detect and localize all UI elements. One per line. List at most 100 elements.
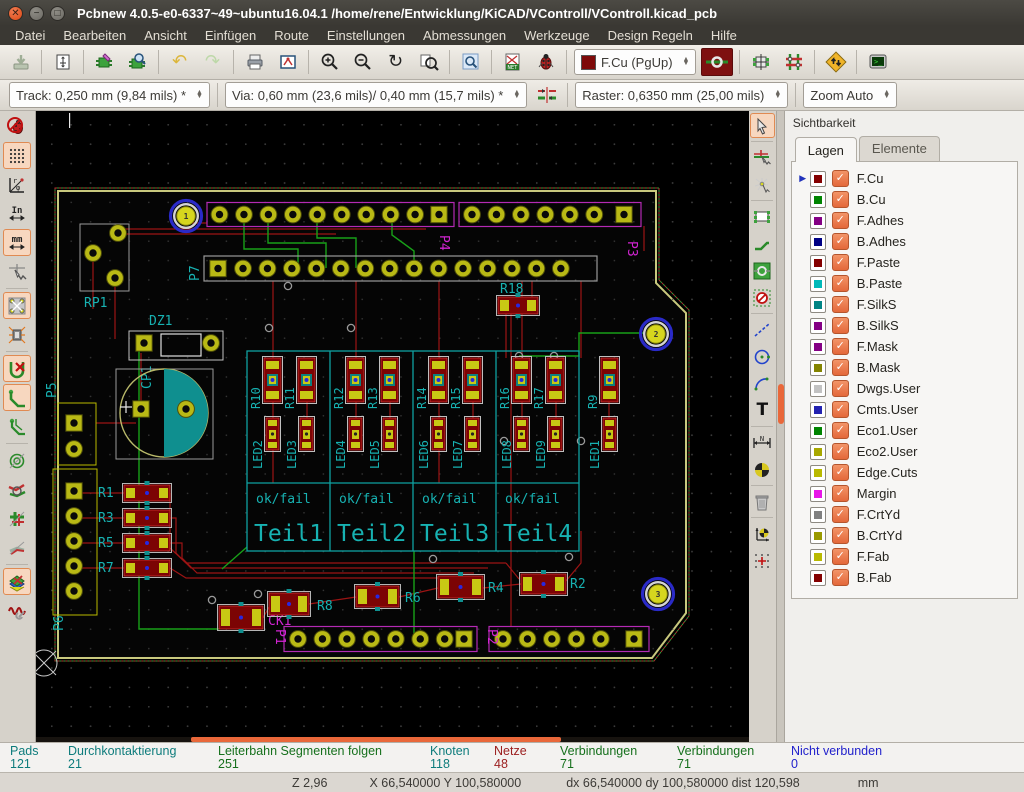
layer-color-swatch[interactable] [810,528,826,544]
layer-visibility-checkbox[interactable]: ✓ [832,296,849,313]
layer-visibility-checkbox[interactable]: ✓ [832,359,849,376]
add-module-tool[interactable] [750,204,775,229]
layer-color-swatch[interactable] [810,297,826,313]
layer-color-swatch[interactable] [810,171,826,187]
layer-visibility-checkbox[interactable]: ✓ [832,422,849,439]
page-settings-button[interactable] [47,48,78,76]
menu-datei[interactable]: Datei [6,27,54,44]
layer-color-swatch[interactable] [810,213,826,229]
vertical-scrollbar[interactable] [776,111,784,742]
tab-elemente[interactable]: Elemente [859,136,940,161]
layer-visibility-checkbox[interactable]: ✓ [832,464,849,481]
find-button[interactable] [455,48,486,76]
via-size-selector[interactable]: Via: 0,60 mm (23,6 mils)/ 0,40 mm (15,7 … [225,82,527,108]
mounting-hole[interactable]: 2 [640,319,671,350]
contrast-display-button[interactable] [3,534,31,561]
layer-color-swatch[interactable] [810,486,826,502]
layer-visibility-checkbox[interactable]: ✓ [832,506,849,523]
layer-color-swatch[interactable] [810,465,826,481]
layer-visibility-checkbox[interactable]: ✓ [832,317,849,334]
layer-visibility-checkbox[interactable]: ✓ [832,569,849,586]
layer-color-swatch[interactable] [810,381,826,397]
add-target-tool[interactable] [750,457,775,482]
layer-visibility-checkbox[interactable]: ✓ [832,380,849,397]
layer-row-b.crtyd[interactable]: ✓B.CrtYd [796,525,1013,546]
layer-visibility-checkbox[interactable]: ✓ [832,548,849,565]
delete-tool[interactable] [750,489,775,514]
ratsnest-show-button[interactable] [3,292,31,319]
close-button[interactable]: ✕ [8,6,23,21]
layer-row-edge.cuts[interactable]: ✓Edge.Cuts [796,462,1013,483]
layer-visibility-checkbox[interactable]: ✓ [832,233,849,250]
add-text-tool[interactable]: T [750,398,775,423]
zoom-out-button[interactable] [347,48,378,76]
minimize-button[interactable]: − [29,6,44,21]
local-ratsnest-tool[interactable] [750,172,775,197]
redo-button[interactable]: ↷ [197,48,228,76]
layer-visibility-checkbox[interactable]: ✓ [832,254,849,271]
tab-lagen[interactable]: Lagen [795,137,857,162]
menu-einfügen[interactable]: Einfügen [196,27,265,44]
menu-bearbeiten[interactable]: Bearbeiten [54,27,135,44]
redraw-button[interactable]: ↻ [380,48,411,76]
layer-color-swatch[interactable] [810,234,826,250]
layer-color-swatch[interactable] [810,402,826,418]
maximize-button[interactable]: □ [50,6,65,21]
zoom-fit-button[interactable] [413,48,444,76]
netlist-button[interactable]: NET [497,48,528,76]
layer-row-f.fab[interactable]: ✓F.Fab [796,546,1013,567]
polar-coords-button[interactable]: rφ [3,171,31,198]
menu-ansicht[interactable]: Ansicht [135,27,196,44]
layer-visibility-checkbox[interactable]: ✓ [832,401,849,418]
horizontal-scrollbar[interactable] [36,737,749,742]
layer-visibility-checkbox[interactable]: ✓ [832,275,849,292]
select-tool[interactable] [750,113,775,138]
layer-row-dwgs.user[interactable]: ✓Dwgs.User [796,378,1013,399]
layer-visibility-checkbox[interactable]: ✓ [832,527,849,544]
plot-button[interactable] [272,48,303,76]
save-button[interactable] [5,48,36,76]
layer-row-f.silks[interactable]: ✓F.SilkS [796,294,1013,315]
grid-visibility-button[interactable] [3,142,31,169]
mounting-hole[interactable]: 3 [642,579,673,610]
layer-color-swatch[interactable] [810,255,826,271]
track-45deg-button[interactable] [3,384,31,411]
units-mm-button[interactable]: mm [3,229,31,256]
vertical-scrollbar-thumb[interactable] [778,384,784,424]
layer-row-cmts.user[interactable]: ✓Cmts.User [796,399,1013,420]
layer-row-f.paste[interactable]: ✓F.Paste [796,252,1013,273]
module-ratsnest-button[interactable] [3,321,31,348]
layer-visibility-checkbox[interactable]: ✓ [832,170,849,187]
layer-row-b.silks[interactable]: ✓B.SilkS [796,315,1013,336]
layer-color-swatch[interactable] [810,339,826,355]
via-swap-button[interactable] [701,48,733,76]
undo-button[interactable]: ↶ [164,48,195,76]
grid-selector[interactable]: Raster: 0,6350 mm (25,00 mils) ▲▼ [575,82,788,108]
menu-werkzeuge[interactable]: Werkzeuge [515,27,599,44]
add-via-tool[interactable] [750,258,775,283]
track-width-selector[interactable]: Track: 0,250 mm (9,84 mils) * ▲▼ [9,82,210,108]
mounting-hole[interactable]: 1 [170,201,201,232]
layer-visibility-checkbox[interactable]: ✓ [832,212,849,229]
pcb-canvas[interactable]: 123RP1DZ1CP1P5P6P7P4P3P1P2R1R3R5R7R18CK1… [36,111,749,737]
cursor-shape-button[interactable] [3,258,31,285]
highlight-net-tool[interactable] [750,145,775,170]
layer-row-b.paste[interactable]: ✓B.Paste [796,273,1013,294]
auto-delete-track-button[interactable] [3,355,31,382]
zoom-selector[interactable]: Zoom Auto ▲▼ [803,82,897,108]
autoroute-button[interactable] [820,48,851,76]
add-circle-tool[interactable] [750,344,775,369]
layer-row-f.crtyd[interactable]: ✓F.CrtYd [796,504,1013,525]
layer-row-eco1.user[interactable]: ✓Eco1.User [796,420,1013,441]
layer-color-swatch[interactable] [810,360,826,376]
module-editor-button[interactable] [89,48,120,76]
layer-row-b.cu[interactable]: ✓B.Cu [796,189,1013,210]
layer-row-f.cu[interactable]: ▶✓F.Cu [796,168,1013,189]
layer-selector[interactable]: F.Cu (PgUp) ▲▼ [574,49,696,75]
track-mitered-button[interactable] [3,413,31,440]
drill-origin-tool[interactable] [750,521,775,546]
track-outline-mode-button[interactable] [3,476,31,503]
layer-row-b.adhes[interactable]: ✓B.Adhes [796,231,1013,252]
add-track-tool[interactable] [750,231,775,256]
add-dimension-tool[interactable]: N [750,430,775,455]
